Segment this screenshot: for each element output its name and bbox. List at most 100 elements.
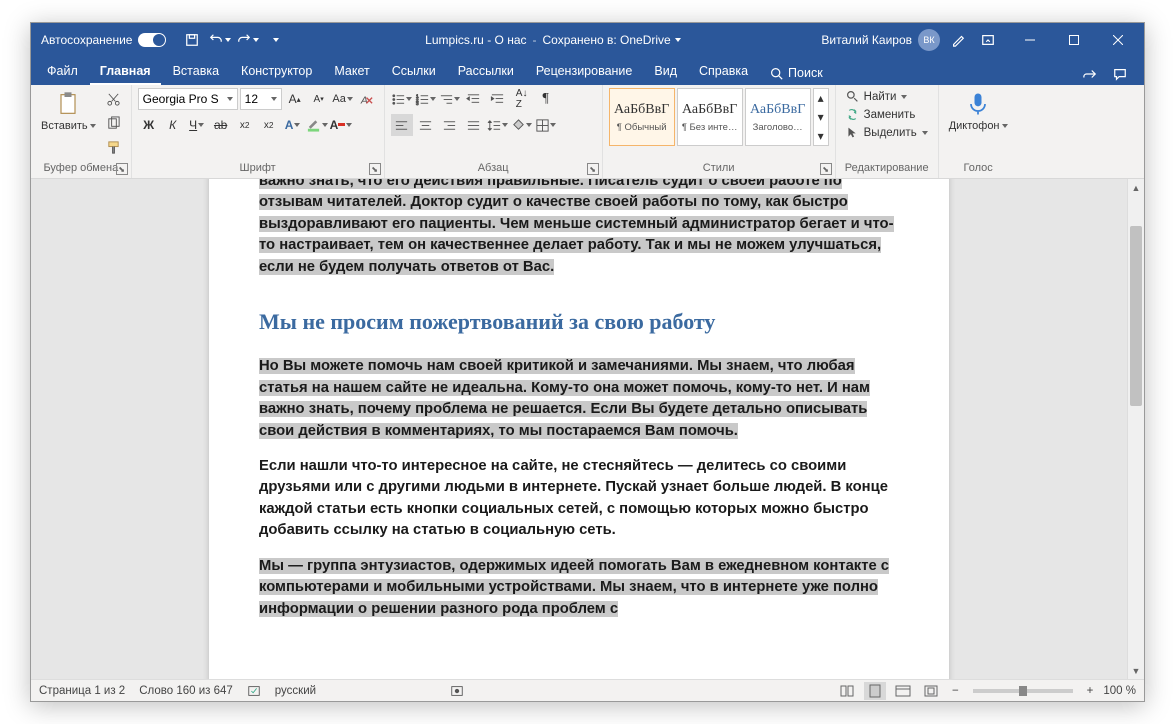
tab-layout[interactable]: Макет [324,59,379,85]
tab-help[interactable]: Справка [689,59,758,85]
user-name[interactable]: Виталий Каиров [821,33,912,47]
zoom-in-button[interactable]: + [1083,685,1098,697]
redo-icon[interactable] [236,28,260,52]
share-button[interactable] [1076,63,1104,85]
styles-dialog-launcher[interactable]: ⬊ [820,163,832,175]
group-styles: АаБбВвГ¶ Обычный АаБбВвГ¶ Без инте… АаБб… [603,85,836,178]
tab-review[interactable]: Рецензирование [526,59,643,85]
align-right-button[interactable] [439,114,461,136]
tab-file[interactable]: Файл [37,59,88,85]
font-dialog-launcher[interactable]: ⬊ [369,163,381,175]
scroll-up-icon[interactable]: ▲ [1128,179,1144,196]
change-case-button[interactable]: Aa [332,88,354,110]
align-center-button[interactable] [415,114,437,136]
tab-view[interactable]: Вид [644,59,687,85]
numbering-button[interactable]: 123 [415,88,437,110]
paragraph-dialog-launcher[interactable]: ⬊ [587,163,599,175]
tab-home[interactable]: Главная [90,59,161,85]
select-button[interactable]: Выделить [842,124,932,141]
clear-formatting-button[interactable]: A [356,88,378,110]
superscript-button[interactable]: x2 [258,114,280,136]
group-clipboard: Вставить Буфер обмена ⬊ [31,85,132,178]
toggle-switch-icon [138,33,166,47]
bullets-button[interactable] [391,88,413,110]
word-count[interactable]: Слово 160 из 647 [139,685,233,697]
format-painter-button[interactable] [103,136,125,158]
zoom-level[interactable]: 100 % [1103,685,1136,697]
grow-font-button[interactable]: A▴ [284,88,306,110]
save-icon[interactable] [180,28,204,52]
scroll-down-icon[interactable]: ▼ [1128,662,1144,679]
group-voice-label: Голос [945,162,1012,176]
avatar[interactable]: ВК [918,29,940,51]
tab-insert[interactable]: Вставка [163,59,229,85]
scroll-thumb[interactable] [1130,226,1142,406]
replace-icon [846,108,859,121]
cut-button[interactable] [103,88,125,110]
font-color-button[interactable]: A [330,114,352,136]
web-layout-icon[interactable] [892,682,914,700]
increase-indent-button[interactable] [487,88,509,110]
shading-button[interactable] [511,114,533,136]
close-button[interactable] [1096,23,1140,57]
italic-button[interactable]: К [162,114,184,136]
style-no-spacing[interactable]: АаБбВвГ¶ Без инте… [677,88,743,146]
style-heading1[interactable]: АаБбВвГЗаголово… [745,88,811,146]
zoom-slider[interactable] [973,689,1073,693]
tab-references[interactable]: Ссылки [382,59,446,85]
user-area: Виталий Каиров ВК [817,28,1004,52]
clipboard-dialog-launcher[interactable]: ⬊ [116,163,128,175]
tab-design[interactable]: Конструктор [231,59,322,85]
document-heading: Мы не просим пожертвований за свою работ… [259,306,899,338]
minimize-button[interactable] [1008,23,1052,57]
text-effects-button[interactable]: A [282,114,304,136]
multilevel-list-button[interactable] [439,88,461,110]
zoom-out-button[interactable]: − [948,685,963,697]
comments-button[interactable] [1106,63,1134,85]
styles-gallery-more[interactable]: ▴▾▾ [813,88,829,146]
subscript-button[interactable]: x2 [234,114,256,136]
style-normal[interactable]: АаБбВвГ¶ Обычный [609,88,675,146]
focus-mode-icon[interactable] [920,682,942,700]
underline-button[interactable]: Ч [186,114,208,136]
language-indicator[interactable]: русский [275,685,316,697]
print-layout-icon[interactable] [864,682,886,700]
statusbar: Страница 1 из 2 Слово 160 из 647 русский… [31,679,1144,701]
ribbon-display-icon[interactable] [976,28,1000,52]
group-editing: Найти Заменить Выделить Редактирование [836,85,939,178]
document-page[interactable]: важно знать, что его действия правильные… [209,179,949,679]
show-paragraph-marks-button[interactable]: ¶ [535,88,557,110]
strikethrough-button[interactable]: ab [210,114,232,136]
maximize-button[interactable] [1052,23,1096,57]
dictate-button[interactable]: Диктофон [945,88,1012,134]
shrink-font-button[interactable]: A▾ [308,88,330,110]
qat-customize-icon[interactable] [264,28,288,52]
spellcheck-icon[interactable] [247,684,261,698]
font-name-combo[interactable] [138,88,238,110]
draw-mode-icon[interactable] [946,28,970,52]
read-mode-icon[interactable] [836,682,858,700]
borders-button[interactable] [535,114,557,136]
page-indicator[interactable]: Страница 1 из 2 [39,685,125,697]
svg-text:3: 3 [416,101,419,106]
copy-button[interactable] [103,112,125,134]
title-center: Lumpics.ru - О нас - Сохранено в: OneDri… [292,33,813,47]
autosave-toggle[interactable]: Автосохранение [35,33,172,47]
search-tab[interactable]: Поиск [760,61,833,85]
find-button[interactable]: Найти [842,88,932,105]
sort-button[interactable]: A↓Z [511,88,533,110]
justify-button[interactable] [463,114,485,136]
decrease-indent-button[interactable] [463,88,485,110]
tab-mailings[interactable]: Рассылки [448,59,524,85]
undo-icon[interactable] [208,28,232,52]
bold-button[interactable]: Ж [138,114,160,136]
saved-location[interactable]: Сохранено в: OneDrive [543,33,681,47]
replace-button[interactable]: Заменить [842,106,932,123]
paste-button[interactable]: Вставить [37,88,100,134]
line-spacing-button[interactable] [487,114,509,136]
vertical-scrollbar[interactable]: ▲ ▼ [1127,179,1144,679]
macro-icon[interactable] [450,684,464,698]
highlight-button[interactable] [306,114,328,136]
font-size-combo[interactable] [240,88,282,110]
align-left-button[interactable] [391,114,413,136]
